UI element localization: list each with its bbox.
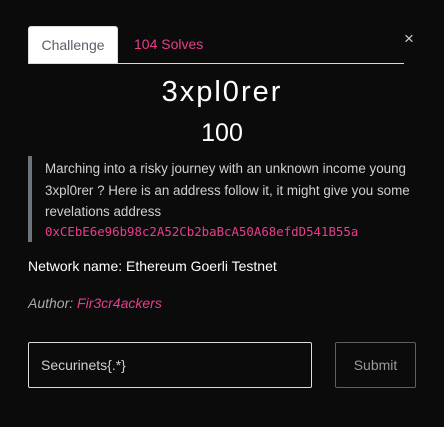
tab-solves[interactable]: 104 Solves [134,26,203,63]
network-name: Network name: Ethereum Goerli Testnet [28,258,277,274]
tab-challenge[interactable]: Challenge [28,26,118,63]
author-line: Author: Fir3cr4ackers [28,295,162,311]
challenge-points: 100 [201,119,243,147]
description-text: Marching into a risky journey with an un… [45,161,410,219]
challenge-modal: × Challenge 104 Solves 3xpl0rer 100 Marc… [0,0,444,427]
modal-tabs: Challenge 104 Solves [28,26,404,64]
author-link[interactable]: Fir3cr4ackers [77,295,162,311]
flag-input[interactable] [28,342,312,388]
contract-address: 0xCEbE6e96b98c2A52Cb2baBcA50A68efdD541B5… [45,223,359,239]
author-label: Author: [28,295,78,311]
submit-button[interactable]: Submit [335,342,416,388]
challenge-title: 3xpl0rer [161,76,283,108]
challenge-description: Marching into a risky journey with an un… [28,156,412,242]
